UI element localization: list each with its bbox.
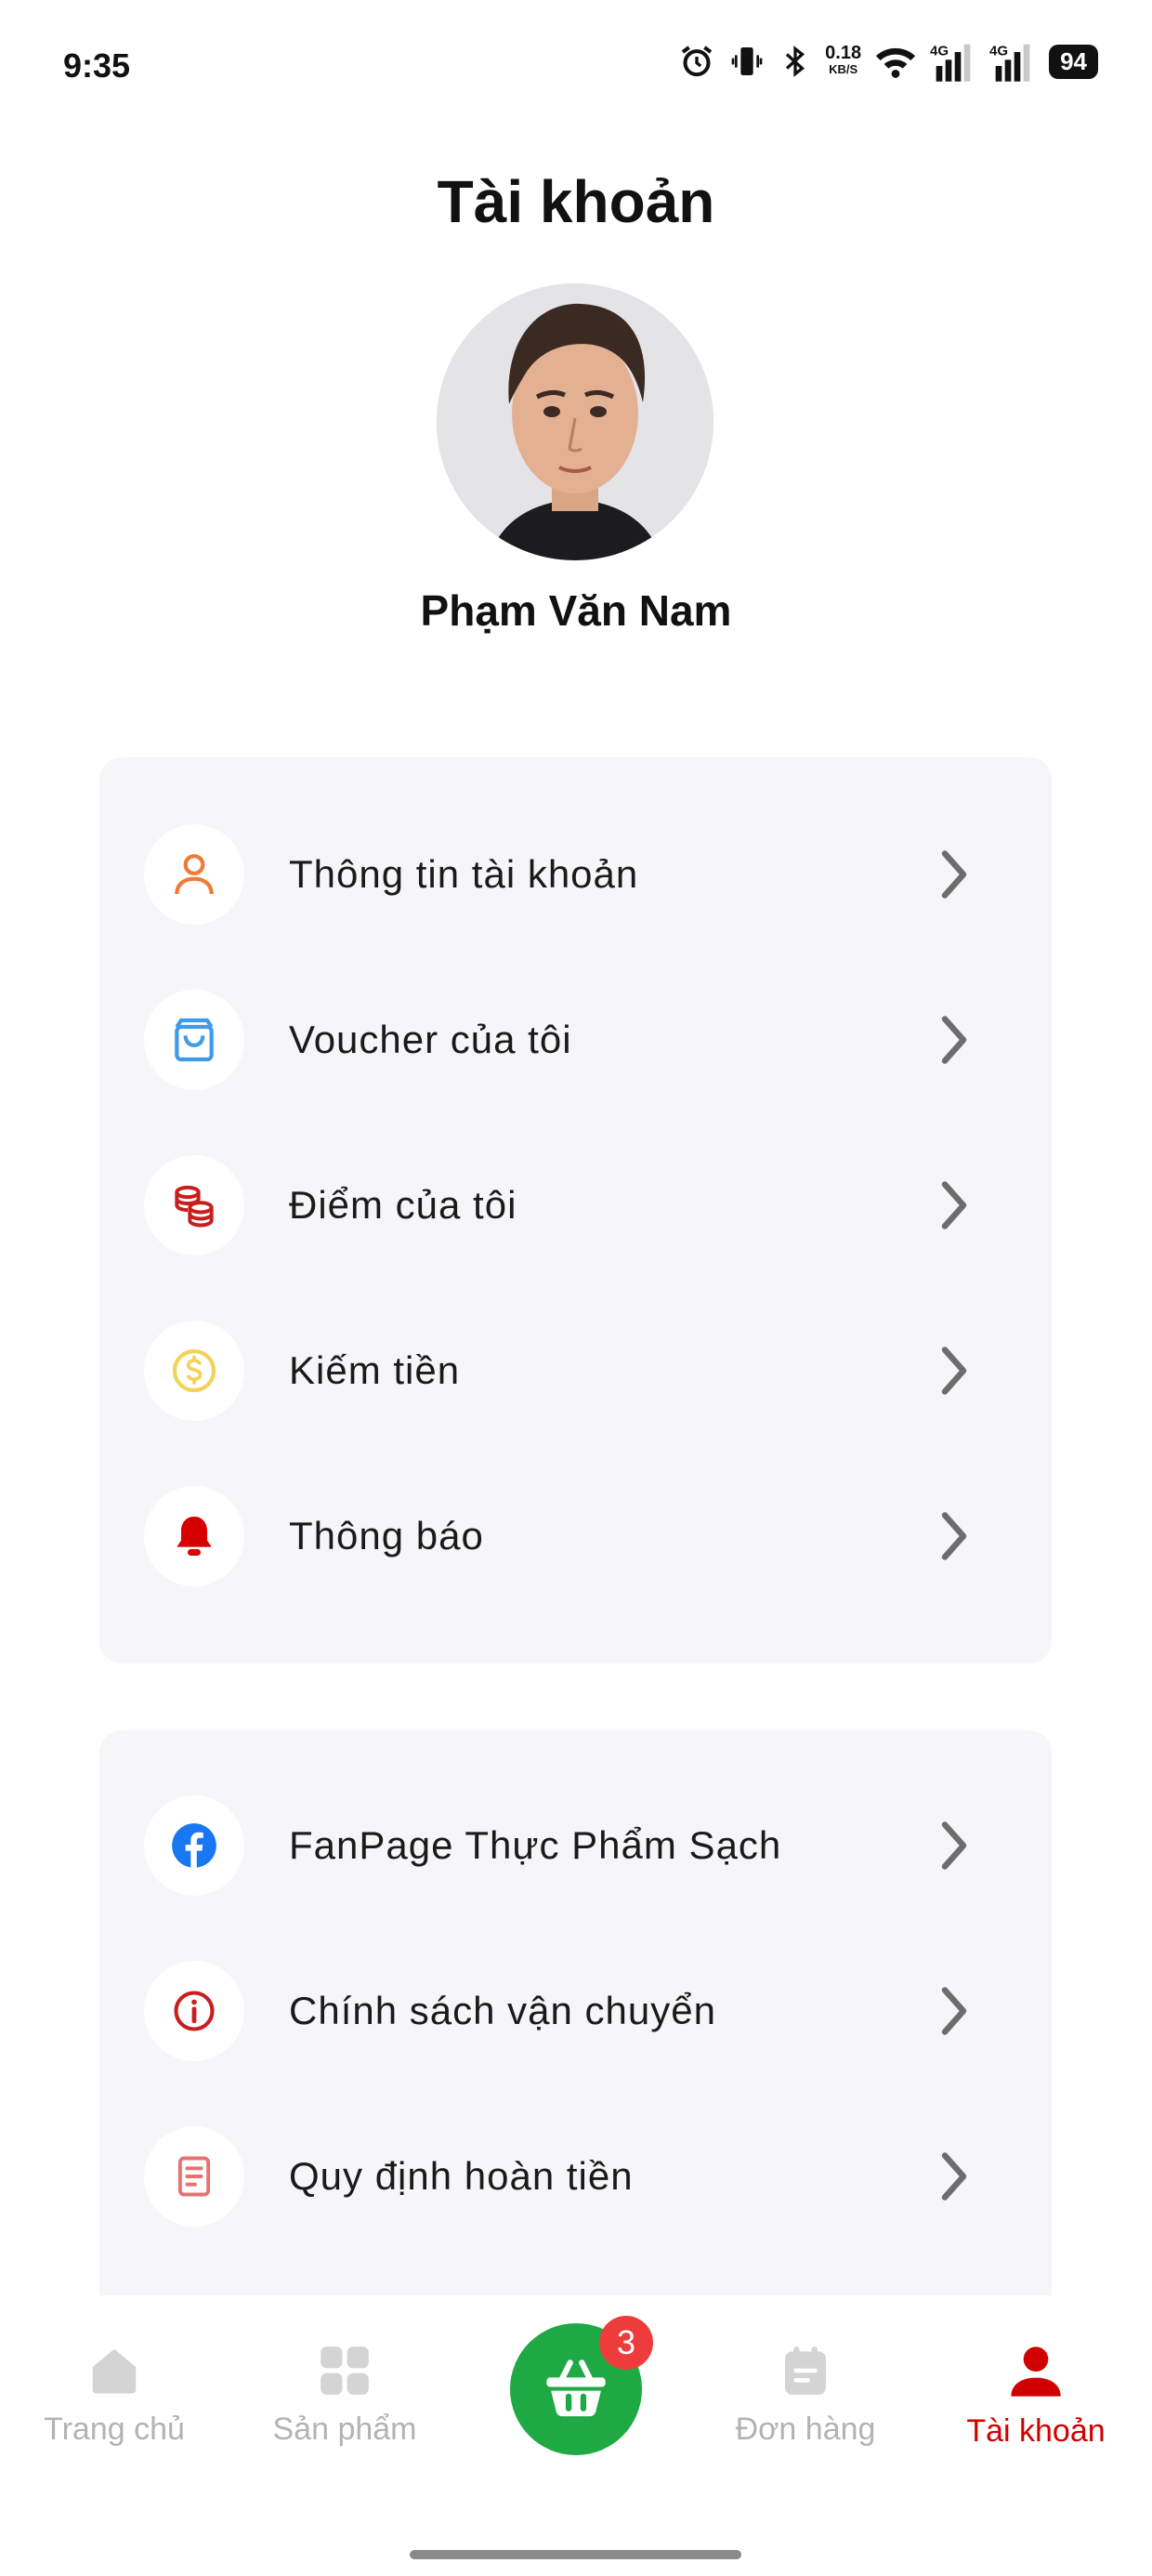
- menu-item-notifications[interactable]: Thông báo: [144, 1480, 1008, 1592]
- wifi-icon: [875, 47, 916, 78]
- orders-icon: [785, 2346, 826, 2395]
- chevron-right-icon: [926, 1508, 982, 1564]
- person-icon: [1011, 2346, 1061, 2397]
- nav-account-label: Tài khoản: [966, 2413, 1106, 2449]
- bluetooth-icon: [786, 46, 805, 77]
- nav-orders-label: Đơn hàng: [735, 2412, 876, 2447]
- chevron-right-icon: [926, 1177, 982, 1233]
- document-icon: [144, 2126, 244, 2227]
- vibrate-icon: [731, 47, 763, 75]
- menu-item-voucher[interactable]: Voucher của tôi: [144, 984, 1008, 1096]
- info-icon: [144, 1961, 244, 2061]
- person-icon: [144, 824, 244, 925]
- menu-item-label: FanPage Thực Phẩm Sạch: [289, 1823, 782, 1867]
- battery-indicator: 94: [1049, 44, 1098, 79]
- svg-text:4G: 4G: [989, 43, 1008, 59]
- nav-account[interactable]: Tài khoản: [943, 2342, 1129, 2450]
- chevron-right-icon: [926, 1343, 982, 1399]
- menu-item-label: Quy định hoàn tiền: [289, 2154, 634, 2198]
- menu-item-account-info[interactable]: Thông tin tài khoản: [144, 819, 1008, 930]
- alarm-icon: [681, 46, 713, 77]
- menu-item-label: Thông tin tài khoản: [289, 852, 639, 896]
- basket-icon: [546, 2359, 606, 2417]
- nav-home-label: Trang chủ: [44, 2412, 185, 2447]
- bottom-nav: Trang chủ Sản phẩm 3 Đơn hàng Tài khoản: [0, 2295, 1152, 2576]
- signal-icon-2: 4G: [989, 43, 1030, 82]
- menu-item-label: Voucher của tôi: [289, 1018, 572, 1061]
- menu-item-fanpage[interactable]: FanPage Thực Phẩm Sạch: [144, 1790, 1008, 1901]
- menu-item-label: Điểm của tôi: [289, 1183, 517, 1227]
- bell-icon: [144, 1486, 244, 1586]
- cart-count-badge: 3: [599, 2316, 653, 2370]
- signal-icon-1: 4G: [930, 43, 971, 82]
- nav-products[interactable]: Sản phẩm: [252, 2342, 438, 2448]
- net-speed: 0.18 KB/S: [825, 43, 862, 76]
- account-menu-card: Thông tin tài khoản Voucher của tôi Điểm…: [99, 757, 1052, 1663]
- page-title: Tài khoản: [437, 168, 715, 235]
- dollar-coin-icon: [144, 1321, 244, 1421]
- menu-item-refund-policy[interactable]: Quy định hoàn tiền: [144, 2121, 1008, 2232]
- chevron-right-icon: [926, 1818, 982, 1873]
- avatar[interactable]: [437, 283, 713, 560]
- nav-products-label: Sản phẩm: [272, 2412, 417, 2447]
- menu-item-points[interactable]: Điểm của tôi: [144, 1150, 1008, 1261]
- status-icons: 0.18 KB/S 4G 4G 94: [678, 41, 1098, 82]
- menu-item-earn-money[interactable]: Kiếm tiền: [144, 1315, 1008, 1426]
- coins-icon: [144, 1155, 244, 1255]
- chevron-right-icon: [926, 1983, 982, 2039]
- shopping-bag-icon: [144, 990, 244, 1090]
- grid-icon: [321, 2346, 369, 2395]
- menu-item-label: Chính sách vận chuyển: [289, 1989, 716, 2032]
- facebook-icon: [144, 1795, 244, 1896]
- info-menu-card: FanPage Thực Phẩm Sạch Chính sách vận ch…: [99, 1730, 1052, 2297]
- menu-item-label: Kiếm tiền: [289, 1348, 461, 1392]
- svg-text:4G: 4G: [930, 43, 949, 59]
- status-time: 9:35: [63, 46, 131, 85]
- menu-item-label: Thông báo: [289, 1514, 484, 1557]
- nav-home[interactable]: Trang chủ: [21, 2342, 207, 2448]
- menu-item-shipping-policy[interactable]: Chính sách vận chuyển: [144, 1955, 1008, 2067]
- nav-orders[interactable]: Đơn hàng: [713, 2342, 898, 2448]
- chevron-right-icon: [926, 847, 982, 902]
- home-icon: [92, 2348, 137, 2394]
- chevron-right-icon: [926, 1012, 982, 1068]
- status-bar: 9:35 0.18 KB/S 4G 4G 94: [0, 0, 1152, 130]
- home-indicator[interactable]: [410, 2550, 741, 2559]
- avatar-portrait: [437, 283, 713, 560]
- user-name: Phạm Văn Nam: [420, 586, 732, 635]
- chevron-right-icon: [926, 2149, 982, 2204]
